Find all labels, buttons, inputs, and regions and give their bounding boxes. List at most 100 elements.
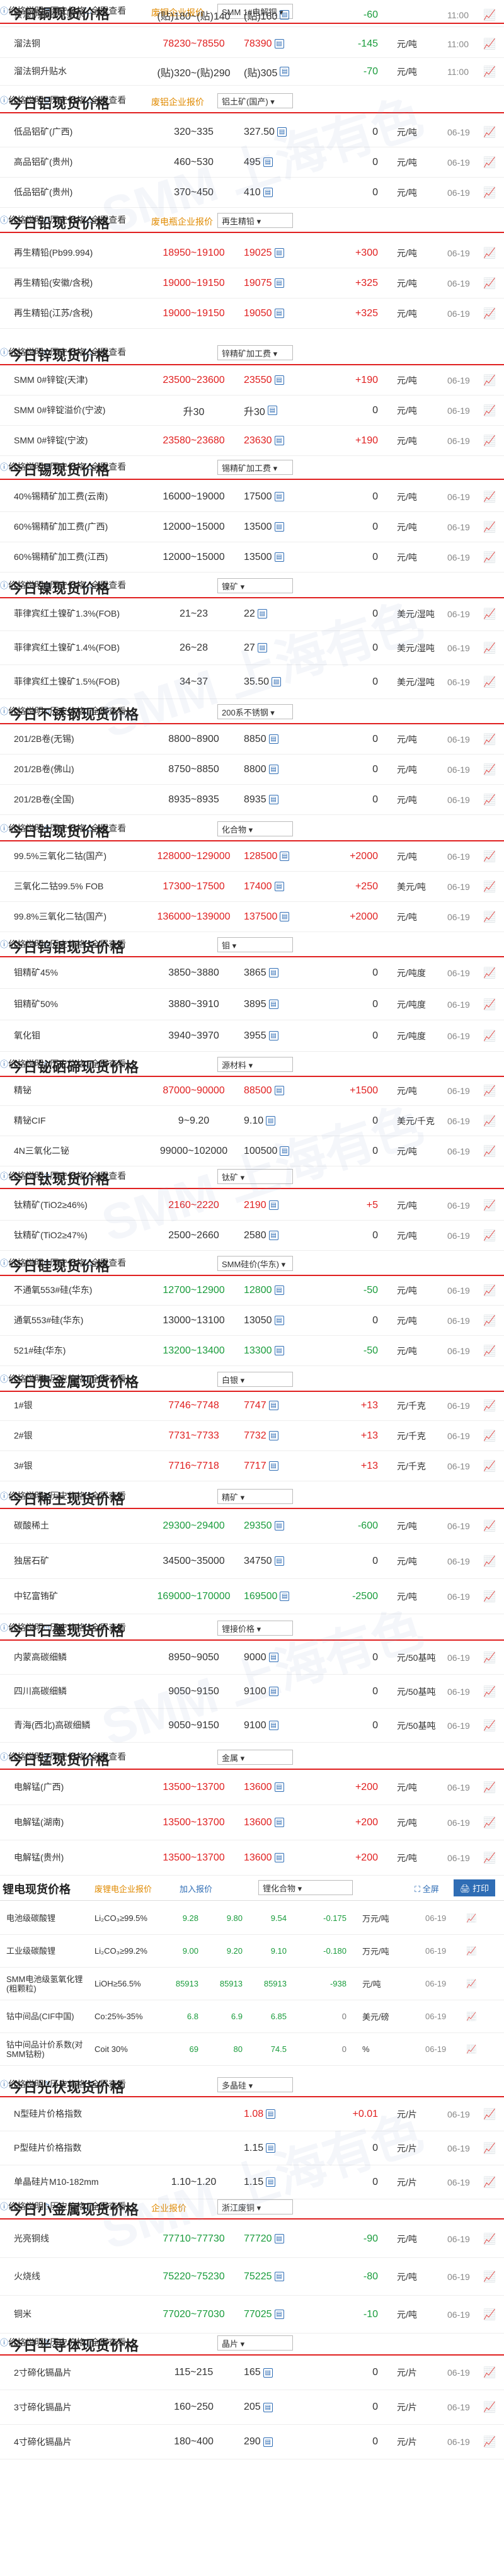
trend-icon[interactable]: 📈 xyxy=(483,1145,496,1158)
product-name[interactable]: 60%锡精矿加工费(广西) xyxy=(14,521,120,532)
chart-icon[interactable]: ▤ xyxy=(274,375,284,385)
chart-icon[interactable]: ▤ xyxy=(280,67,290,76)
enterprise-quote-link[interactable]: 废电瓶企业报价 xyxy=(151,215,213,228)
chart-icon[interactable]: ▤ xyxy=(274,39,284,48)
product-name[interactable]: 精铋 xyxy=(14,1085,120,1096)
product-name[interactable]: 单晶硅片M10-182mm xyxy=(14,2177,120,2187)
trend-icon[interactable]: 📈 xyxy=(483,1085,496,1097)
category-select[interactable]: 钼 ▾ xyxy=(217,937,293,952)
category-select[interactable]: 精矿 ▾ xyxy=(217,1489,293,1504)
print-button[interactable]: 🖨 打印 xyxy=(454,1879,496,1896)
chart-icon[interactable]: ▤ xyxy=(268,1031,278,1040)
enterprise-quote-link[interactable]: 废铝企业报价 xyxy=(151,96,204,108)
product-name[interactable]: 不通氧553#硅(华东) xyxy=(14,1285,120,1296)
chart-icon[interactable]: ▤ xyxy=(263,157,273,167)
fullscreen-button[interactable]: ⛶ 全屏 xyxy=(415,1883,439,1895)
trend-icon[interactable]: 📈 xyxy=(483,1651,496,1664)
chart-icon[interactable]: ▤ xyxy=(274,522,284,532)
category-select[interactable]: 浙江废铜 ▾ xyxy=(217,2199,293,2214)
chart-icon[interactable]: ▤ xyxy=(274,1346,284,1355)
category-select[interactable]: 再生精铅 ▾ xyxy=(217,213,293,228)
category-select[interactable]: 锌精矿加工费 ▾ xyxy=(217,345,293,360)
trend-icon[interactable]: 📈 xyxy=(466,2044,476,2055)
product-name[interactable]: 钼精矿45% xyxy=(14,967,120,978)
trend-icon[interactable]: 📈 xyxy=(483,763,496,776)
trend-icon[interactable]: 📈 xyxy=(483,1816,496,1829)
trend-icon[interactable]: 📈 xyxy=(483,1460,496,1473)
trend-icon[interactable]: 📈 xyxy=(483,2142,496,2155)
trend-icon[interactable]: 📈 xyxy=(483,404,496,417)
chart-icon[interactable]: ▤ xyxy=(263,2368,273,2378)
product-name[interactable]: SMM 0#锌锭(宁波) xyxy=(14,435,120,446)
product-name[interactable]: 高品铝矿(贵州) xyxy=(14,157,120,168)
trend-icon[interactable]: 📈 xyxy=(483,2436,496,2448)
trend-icon[interactable]: 📈 xyxy=(483,2401,496,2414)
category-select[interactable]: 源材料 ▾ xyxy=(217,1057,293,1072)
product-name[interactable]: 1#银 xyxy=(14,1400,120,1411)
category-select[interactable]: 锡精矿加工费 ▾ xyxy=(217,460,293,475)
chart-icon[interactable]: ▤ xyxy=(274,882,284,891)
category-select[interactable]: 铝土矿(国产) ▾ xyxy=(217,93,293,108)
chart-icon[interactable]: ▤ xyxy=(274,2310,284,2319)
category-select[interactable]: 多晶硅 ▾ xyxy=(217,2077,293,2092)
trend-icon[interactable]: 📈 xyxy=(483,850,496,863)
trend-icon[interactable]: 📈 xyxy=(483,1852,496,1864)
product-name[interactable]: 铜米 xyxy=(14,2309,120,2320)
category-select[interactable]: 金属 ▾ xyxy=(217,1750,293,1765)
product-name[interactable]: 521#硅(华东) xyxy=(14,1345,120,1356)
chart-icon[interactable]: ▤ xyxy=(274,309,284,318)
chart-icon[interactable]: ▤ xyxy=(266,2177,276,2187)
product-name[interactable]: 内蒙高碳细鳞 xyxy=(14,1652,120,1663)
trend-icon[interactable]: 📈 xyxy=(483,911,496,923)
category-select[interactable]: 钛矿 ▾ xyxy=(217,1169,293,1184)
product-name[interactable]: 钴中间品计价系数(对SMM钴粉) xyxy=(6,2040,91,2059)
category-select[interactable]: 镍矿 ▾ xyxy=(217,578,293,593)
trend-icon[interactable]: 📈 xyxy=(483,1229,496,1242)
product-name[interactable]: P型硅片价格指数 xyxy=(14,2143,120,2153)
trend-icon[interactable]: 📈 xyxy=(483,126,496,139)
enterprise-quote-link[interactable]: 废锂电企业报价 xyxy=(94,1883,152,1895)
chart-icon[interactable]: ▤ xyxy=(268,1653,278,1662)
product-name[interactable]: 再生精铅(安徽/含税) xyxy=(14,278,120,288)
trend-icon[interactable]: 📈 xyxy=(483,1399,496,1412)
chart-icon[interactable]: ▤ xyxy=(274,436,284,445)
trend-icon[interactable]: 📈 xyxy=(483,9,496,21)
category-select[interactable]: 白银 ▾ xyxy=(217,1372,293,1387)
trend-icon[interactable]: 📈 xyxy=(483,1555,496,1568)
chart-icon[interactable]: ▤ xyxy=(266,2109,276,2119)
chart-icon[interactable]: ▤ xyxy=(274,1853,284,1862)
chart-icon[interactable]: ▤ xyxy=(268,1401,278,1410)
product-name[interactable]: 通氧553#硅(华东) xyxy=(14,1315,120,1326)
product-name[interactable]: 中钇富铕矿 xyxy=(14,1591,120,1602)
chart-icon[interactable]: ▤ xyxy=(268,1431,278,1440)
product-name[interactable]: 精铋CIF xyxy=(14,1115,120,1126)
product-name[interactable]: 3寸碲化镉晶片 xyxy=(14,2402,120,2413)
product-name[interactable]: 201/2B卷(无锡) xyxy=(14,734,120,744)
trend-icon[interactable]: 📈 xyxy=(483,38,496,50)
trend-icon[interactable]: 📈 xyxy=(483,794,496,806)
product-name[interactable]: 青海(西北)高碳细鳞 xyxy=(14,1720,120,1731)
product-name[interactable]: 再生精铅(江苏/含税) xyxy=(14,308,120,319)
chart-icon[interactable]: ▤ xyxy=(280,10,290,20)
chart-icon[interactable]: ▤ xyxy=(268,968,278,977)
trend-icon[interactable]: 📈 xyxy=(483,2108,496,2121)
chart-icon[interactable]: ▤ xyxy=(274,1086,284,1095)
category-select[interactable]: 化合物 ▾ xyxy=(217,821,293,836)
chart-icon[interactable]: ▤ xyxy=(272,677,282,687)
chart-icon[interactable]: ▤ xyxy=(268,734,278,744)
product-name[interactable]: 3#银 xyxy=(14,1461,120,1471)
product-name[interactable]: 201/2B卷(佛山) xyxy=(14,764,120,775)
product-name[interactable]: 三氧化二钴99.5% FOB xyxy=(14,881,120,892)
chart-icon[interactable]: ▤ xyxy=(277,127,287,137)
chart-icon[interactable]: ▤ xyxy=(280,1592,290,1601)
trend-icon[interactable]: 📈 xyxy=(483,186,496,199)
trend-icon[interactable]: 📈 xyxy=(483,676,496,688)
product-name[interactable]: 40%锡精矿加工费(云南) xyxy=(14,491,120,502)
product-name[interactable]: 菲律宾红土镍矿1.5%(FOB) xyxy=(14,676,120,687)
chart-icon[interactable]: ▤ xyxy=(268,1687,278,1696)
chart-icon[interactable]: ▤ xyxy=(280,852,290,861)
trend-icon[interactable]: 📈 xyxy=(483,491,496,503)
chart-icon[interactable]: ▤ xyxy=(266,1116,276,1126)
product-name[interactable]: 光亮铜线 xyxy=(14,2233,120,2244)
product-name[interactable]: 钛精矿(TiO2≥47%) xyxy=(14,1230,120,1241)
